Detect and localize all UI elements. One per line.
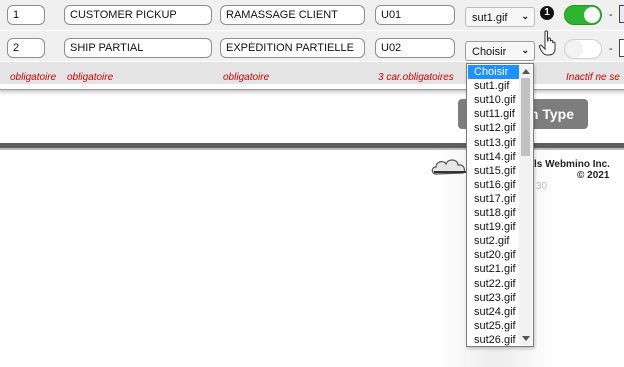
image-dropdown-list[interactable]: Choisir sut1.gif sut10.gif sut11.gif sut12.g… [466, 63, 534, 347]
code-input[interactable] [375, 5, 455, 25]
dropdown-option[interactable]: Choisir [468, 65, 520, 79]
dropdown-option[interactable]: sut2.gif [468, 234, 520, 248]
dropdown-option[interactable]: sut21.gif [468, 262, 520, 276]
copyright-year: © 2021 [577, 170, 610, 181]
hand-pointer-icon [538, 30, 556, 56]
scroll-up-arrow-icon[interactable] [522, 69, 530, 74]
dropdown-scrollbar[interactable] [519, 65, 532, 345]
hint-order: obligatoire [10, 72, 57, 83]
dropdown-option[interactable]: sut17.gif [468, 192, 520, 206]
scroll-down-arrow-icon[interactable] [522, 336, 530, 341]
image-select[interactable]: sut1.gif ⌄ [465, 7, 535, 27]
dropdown-option[interactable]: sut11.gif [468, 107, 520, 121]
name-en-input[interactable] [64, 38, 212, 58]
dropdown-option[interactable]: sut10.gif [468, 93, 520, 107]
code-input[interactable] [375, 38, 455, 58]
order-input[interactable] [7, 5, 45, 25]
name-fr-input[interactable] [220, 5, 365, 25]
chevron-down-icon: ⌄ [521, 11, 529, 21]
dropdown-option[interactable]: sut12.gif [468, 121, 520, 135]
table-row: sut1.gif ⌄ 1 - [0, 0, 624, 31]
dropdown-option[interactable]: sut26.gif [468, 333, 520, 346]
active-toggle[interactable] [564, 5, 602, 25]
order-input[interactable] [7, 38, 45, 58]
dropdown-option[interactable]: sut18.gif [468, 206, 520, 220]
faint-text: 30 [536, 181, 548, 192]
hint-name-fr: obligatoire [223, 72, 270, 83]
name-fr-input[interactable] [220, 38, 365, 58]
copyright-company: ls Webmino Inc. [534, 159, 610, 170]
dropdown-option[interactable]: sut1.gif [468, 79, 520, 93]
dropdown-option[interactable]: sut24.gif [468, 305, 520, 319]
color-swatch[interactable] [619, 5, 624, 23]
image-select-value: Choisir [472, 46, 507, 58]
separator-dash: - [609, 43, 613, 55]
webmino-logo-icon [431, 159, 466, 175]
hint-active: Inactif ne se [566, 72, 620, 83]
separator-dash: - [609, 9, 613, 21]
scrollbar-thumb[interactable] [521, 78, 530, 156]
dropdown-option[interactable]: sut13.gif [468, 136, 520, 150]
number-one-badge-icon: 1 [540, 6, 554, 20]
dropdown-option[interactable]: sut22.gif [468, 277, 520, 291]
dropdown-option[interactable]: sut15.gif [468, 164, 520, 178]
table-row: Choisir ⌄ - [0, 31, 624, 62]
color-swatch[interactable] [619, 39, 624, 57]
image-select-value: sut1.gif [472, 12, 508, 24]
dropdown-option[interactable]: sut20.gif [468, 248, 520, 262]
name-en-input[interactable] [64, 5, 212, 25]
hint-name-en: obligatoire [67, 72, 114, 83]
dropdown-option[interactable]: sut14.gif [468, 150, 520, 164]
image-select[interactable]: Choisir ⌄ [465, 41, 535, 61]
dropdown-option[interactable]: sut23.gif [468, 291, 520, 305]
dropdown-option[interactable]: sut16.gif [468, 178, 520, 192]
dropdown-option[interactable]: sut25.gif [468, 319, 520, 333]
dropdown-option[interactable]: sut19.gif [468, 220, 520, 234]
chevron-down-icon: ⌄ [521, 45, 529, 55]
hint-code: 3 car.obligatoires [378, 72, 454, 83]
active-toggle[interactable] [564, 39, 602, 59]
